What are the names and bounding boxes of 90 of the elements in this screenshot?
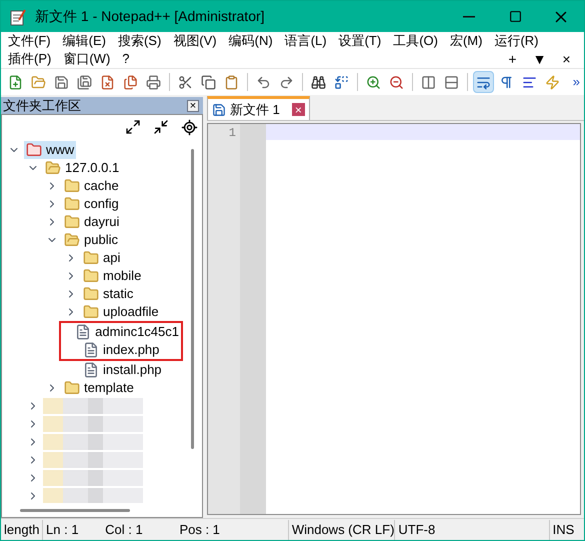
- tree-item[interactable]: 127.0.0.1: [43, 159, 122, 177]
- line-number: 1: [228, 125, 236, 140]
- save-icon: [54, 74, 69, 90]
- zoom-out-icon: [389, 74, 404, 90]
- file-icon: [83, 362, 99, 378]
- status-field: Ln : 1: [43, 520, 102, 540]
- save-icon: [212, 102, 226, 116]
- menu-item[interactable]: 文件(F): [5, 31, 54, 51]
- indent-guide-icon: [522, 74, 537, 90]
- tree-item[interactable]: api: [81, 249, 122, 267]
- editor-tab[interactable]: 新文件 1 ×: [207, 96, 310, 120]
- open-folder-icon: [45, 160, 61, 176]
- scrollbar-thumb[interactable]: [191, 149, 194, 449]
- maximize-icon: [508, 10, 522, 23]
- document-control[interactable]: +: [499, 48, 526, 70]
- folder-icon: [83, 268, 99, 284]
- cut-icon: [178, 74, 193, 90]
- minimize-icon: [463, 16, 475, 18]
- folder-icon: [83, 286, 99, 302]
- tree-item[interactable]: static: [81, 285, 136, 303]
- scrollbar-thumb[interactable]: [20, 508, 130, 512]
- status-field: Col : 1: [102, 520, 176, 540]
- menu-item[interactable]: 编辑(E): [60, 31, 109, 51]
- tree-item[interactable]: template: [62, 379, 136, 397]
- toolbar-button[interactable]: [473, 71, 494, 93]
- replace-icon: [334, 74, 349, 90]
- new-file-icon: [8, 74, 23, 90]
- tree-item[interactable]: www: [24, 141, 76, 159]
- collapse-all-icon[interactable]: [153, 119, 169, 135]
- folder-icon: [64, 214, 80, 230]
- tree-item[interactable]: install.php: [81, 361, 164, 379]
- folder-icon: [83, 250, 99, 266]
- expand-all-icon[interactable]: [125, 119, 141, 135]
- panel-close-button[interactable]: ×: [187, 100, 199, 112]
- menu-item[interactable]: 语言(L): [282, 31, 330, 51]
- paste-icon: [224, 74, 239, 90]
- menu-item[interactable]: ?: [119, 49, 133, 69]
- split-horizontal-icon: [444, 74, 459, 90]
- locate-icon[interactable]: [181, 118, 198, 136]
- folder-icon: [31, 74, 46, 90]
- document-control[interactable]: ▼: [526, 48, 553, 70]
- menu-item[interactable]: 视图(V): [170, 31, 220, 51]
- folder-icon: [64, 380, 80, 396]
- undo-icon: [256, 74, 271, 90]
- menu-item[interactable]: 运行(R): [491, 31, 542, 51]
- folder-icon: [64, 196, 80, 212]
- find-icon: [311, 74, 326, 90]
- menu-item[interactable]: 设置(T): [336, 31, 384, 51]
- menu-item[interactable]: 插件(P): [5, 49, 54, 69]
- close-all-icon: [123, 74, 138, 90]
- notepad-icon: [9, 8, 27, 26]
- document-control[interactable]: ×: [553, 48, 580, 70]
- tree-item[interactable]: public: [62, 231, 120, 249]
- status-field: Pos : 1: [176, 520, 289, 540]
- tree-item[interactable]: adminc1c45c1: [73, 323, 181, 341]
- status-field: length: [1, 520, 44, 540]
- status-field: Windows (CR LF): [288, 520, 396, 540]
- copy-icon: [201, 74, 216, 90]
- tree-item[interactable]: cache: [62, 177, 121, 195]
- file-icon: [83, 342, 99, 358]
- tree-item[interactable]: index.php: [81, 341, 162, 359]
- panel-title: 文件夹工作区: [3, 96, 81, 115]
- toolbar-overflow[interactable]: »: [572, 72, 580, 92]
- folder-icon: [64, 178, 80, 194]
- file-icon: [75, 324, 92, 340]
- status-field: INS: [550, 520, 584, 540]
- menu-item[interactable]: 搜索(S): [114, 31, 164, 51]
- lightning-icon: [545, 74, 560, 90]
- tree-item[interactable]: mobile: [81, 267, 144, 285]
- open-folder-icon: [64, 232, 80, 248]
- redo-icon: [279, 74, 294, 90]
- save-all-icon: [77, 74, 92, 90]
- close-file-icon: [100, 74, 115, 90]
- status-field: UTF-8: [395, 520, 550, 540]
- menu-item[interactable]: 宏(M): [446, 31, 486, 51]
- folder-icon: [26, 142, 42, 158]
- pilcrow-icon: [499, 74, 514, 90]
- window-title: 新文件 1 - Notepad++ [Administrator]: [35, 7, 265, 26]
- menu-item[interactable]: 编码(N): [226, 31, 276, 51]
- split-vertical-icon: [421, 74, 436, 90]
- menu-item[interactable]: 窗口(W): [60, 49, 114, 69]
- printer-icon: [146, 74, 161, 90]
- tree-item[interactable]: uploadfile: [81, 303, 161, 321]
- tree-item[interactable]: config: [62, 195, 121, 213]
- folder-icon: [83, 304, 99, 320]
- menu-item[interactable]: 工具(O): [390, 31, 441, 51]
- tab-close-button[interactable]: ×: [292, 103, 305, 116]
- zoom-in-icon: [366, 74, 381, 90]
- word-wrap-icon: [476, 74, 491, 90]
- tree-item[interactable]: dayrui: [62, 213, 122, 231]
